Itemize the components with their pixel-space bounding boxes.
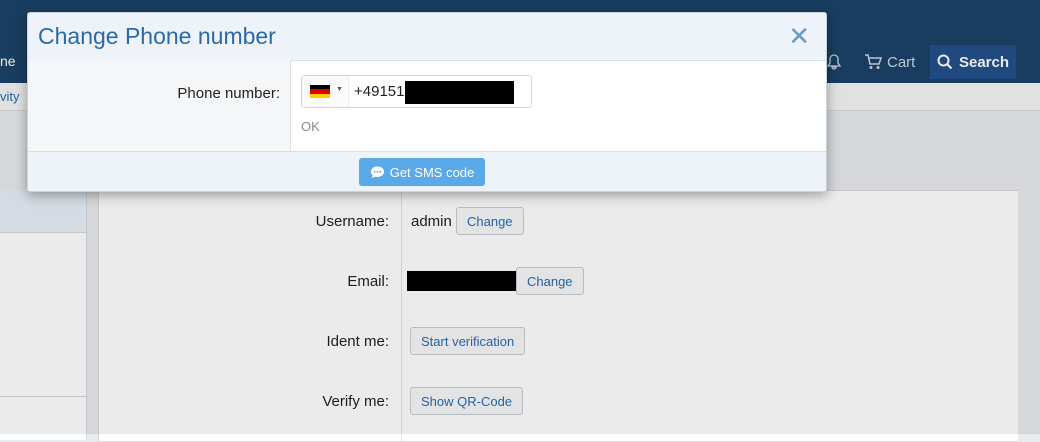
phone-label-column: Phone number: — [28, 60, 291, 151]
modal-header: Change Phone number ✕ — [28, 13, 826, 61]
chat-bubble-icon — [370, 165, 384, 178]
phone-validation-status: OK — [301, 119, 320, 134]
close-icon[interactable]: ✕ — [788, 22, 810, 50]
get-sms-code-label: Get SMS code — [389, 164, 475, 180]
modal-body: Phone number: ▼ +49151 OK — [28, 60, 826, 151]
phone-number-label: Phone number: — [177, 85, 280, 102]
modal-title: Change Phone number — [38, 23, 276, 49]
chevron-down-icon: ▼ — [336, 86, 343, 93]
change-phone-modal: Change Phone number ✕ Phone number: ▼ +4… — [27, 12, 827, 192]
germany-flag-icon — [310, 85, 330, 98]
phone-number-input[interactable]: ▼ +49151 — [301, 75, 532, 108]
modal-footer: Get SMS code — [28, 151, 826, 191]
phone-number-redacted — [405, 81, 514, 104]
country-code-select[interactable]: ▼ — [302, 76, 349, 107]
phone-number-value[interactable]: +49151 — [354, 83, 404, 100]
get-sms-code-button[interactable]: Get SMS code — [359, 158, 485, 186]
